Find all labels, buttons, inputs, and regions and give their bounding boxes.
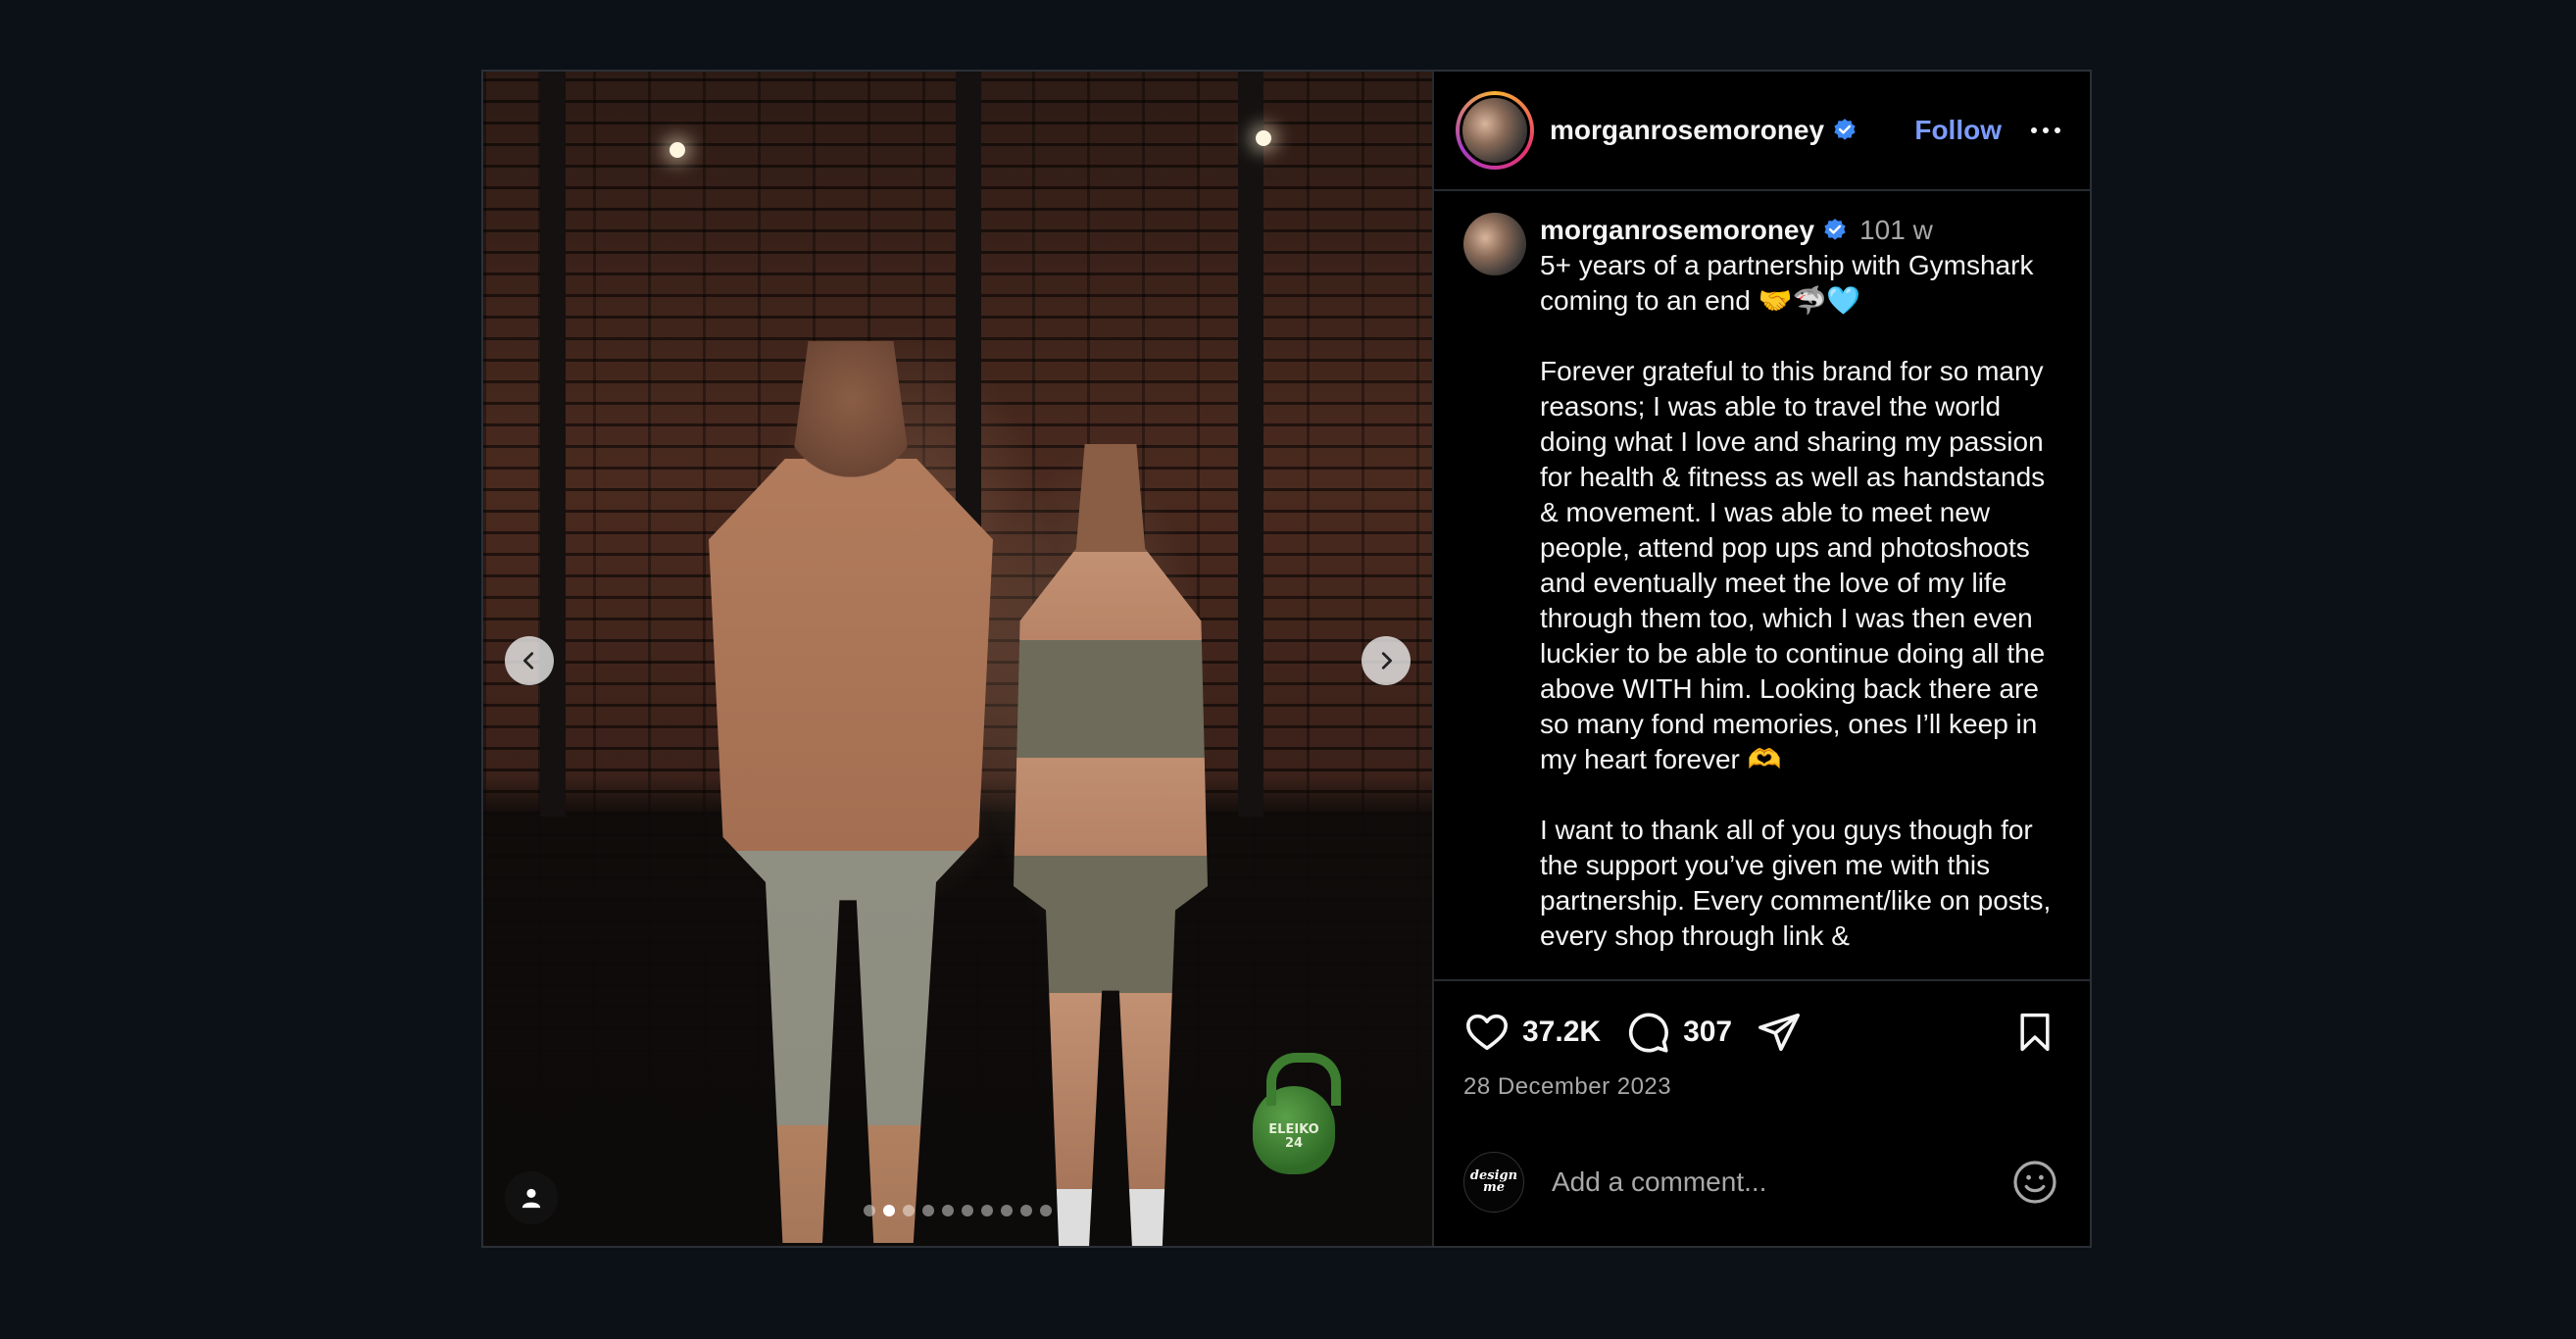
kettlebell-label: ELEIKO 24 <box>1268 1122 1319 1151</box>
story-ring[interactable] <box>1456 91 1534 170</box>
verified-badge-icon <box>1822 218 1848 243</box>
share-button[interactable] <box>1756 1009 1803 1056</box>
comment-icon <box>1628 1013 1668 1053</box>
share-icon <box>1759 1013 1801 1052</box>
follow-button[interactable]: Follow <box>1914 115 2002 146</box>
carousel-dot <box>922 1205 934 1216</box>
carousel-dot <box>962 1205 973 1216</box>
more-options-button[interactable] <box>2025 122 2066 139</box>
person-woman <box>1014 444 1208 1246</box>
kettlebell: ELEIKO 24 <box>1253 1053 1341 1174</box>
caption-text: 5+ years of a partnership with Gymshark … <box>1540 250 2052 951</box>
like-button[interactable] <box>1463 1009 1511 1056</box>
chevron-right-icon <box>1381 652 1392 670</box>
more-icon <box>2031 127 2037 133</box>
bookmark-icon <box>2020 1013 2050 1052</box>
emoji-button[interactable] <box>2009 1157 2060 1208</box>
post-side-panel: morganrosemoroney Follow morganrosemoron… <box>1434 72 2090 1246</box>
more-icon-dot <box>2055 127 2060 133</box>
carousel-dot <box>981 1205 993 1216</box>
comment-count[interactable]: 307 <box>1683 1016 1732 1049</box>
carousel-prev-button[interactable] <box>505 636 554 685</box>
caption-username[interactable]: morganrosemoroney <box>1540 213 1814 248</box>
action-bar: 37.2K 307 <box>1463 1007 2058 1058</box>
comment-input[interactable] <box>1552 1166 2009 1198</box>
instagram-post-modal: ELEIKO 24 morganrosemoroney Follow morga… <box>481 70 2092 1248</box>
post-image[interactable]: ELEIKO 24 <box>483 72 1434 1246</box>
post-date[interactable]: 28 December 2023 <box>1463 1073 2058 1101</box>
like-count[interactable]: 37.2K <box>1522 1016 1601 1049</box>
caption-avatar[interactable] <box>1463 213 1526 275</box>
carousel-dot <box>1040 1205 1052 1216</box>
carousel-dot <box>1020 1205 1032 1216</box>
comment-button[interactable] <box>1624 1009 1671 1056</box>
carousel-indicator <box>483 1205 1432 1216</box>
caption-scroll-area[interactable]: morganrosemoroney 101 w 5+ years of a pa… <box>1434 191 2090 981</box>
header-username[interactable]: morganrosemoroney <box>1550 115 1824 146</box>
carousel-dot <box>903 1205 915 1216</box>
current-user-avatar[interactable]: design me <box>1463 1152 1524 1213</box>
carousel-dot <box>883 1205 895 1216</box>
save-button[interactable] <box>2011 1009 2058 1056</box>
caption: morganrosemoroney 101 w 5+ years of a pa… <box>1540 213 2062 979</box>
carousel-dot <box>864 1205 875 1216</box>
avatar[interactable] <box>1460 95 1530 166</box>
ceiling-light <box>669 142 685 158</box>
person-man <box>709 341 993 1243</box>
caption-header: morganrosemoroney 101 w <box>1540 213 2062 248</box>
ceiling-light <box>1256 130 1271 146</box>
gym-pillar <box>1238 72 1263 817</box>
verified-badge-icon <box>1832 118 1858 143</box>
carousel-dot <box>942 1205 954 1216</box>
post-header: morganrosemoroney Follow <box>1434 72 2090 191</box>
heart-icon <box>1466 1014 1508 1051</box>
gym-pillar <box>540 72 566 817</box>
avatar-logo-text: design me <box>1469 1168 1518 1195</box>
post-time[interactable]: 101 w <box>1859 213 1933 248</box>
add-comment-bar: design me <box>1434 1118 2090 1246</box>
more-icon-dot <box>2043 127 2049 133</box>
emoji-icon <box>2013 1161 2056 1204</box>
carousel-dot <box>1001 1205 1013 1216</box>
chevron-left-icon <box>523 652 534 670</box>
carousel-next-button[interactable] <box>1362 636 1411 685</box>
post-actions: 37.2K 307 28 December 2023 <box>1434 981 2090 1101</box>
